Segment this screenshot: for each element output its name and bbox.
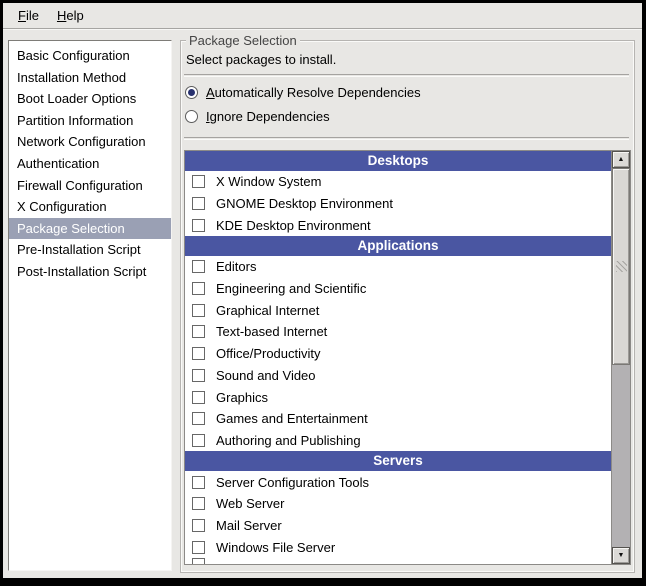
package-label: KDE Desktop Environment (216, 218, 371, 233)
sidebar-item-pre-installation-script[interactable]: Pre-Installation Script (9, 239, 171, 261)
menubar: File Help (3, 3, 642, 29)
package-row[interactable]: GNOME Desktop Environment (185, 193, 611, 215)
checkbox-icon[interactable] (192, 541, 205, 554)
package-rows: Desktops X Window System GNOME Desktop E… (185, 151, 611, 564)
package-label: X Window System (216, 174, 321, 189)
package-row-partial[interactable] (185, 558, 611, 564)
checkbox-icon[interactable] (192, 260, 205, 273)
scrollbar-grip-icon (616, 261, 627, 272)
package-label: Authoring and Publishing (216, 433, 361, 448)
package-row[interactable]: Windows File Server (185, 536, 611, 558)
sidebar-item-post-installation-script[interactable]: Post-Installation Script (9, 261, 171, 283)
sidebar-item-authentication[interactable]: Authentication (9, 153, 171, 175)
scroll-down-button[interactable]: ▼ (612, 547, 630, 564)
sidebar-item-partition-information[interactable]: Partition Information (9, 110, 171, 132)
checkbox-icon[interactable] (192, 434, 205, 447)
package-label: Web Server (216, 496, 284, 511)
package-label: Sound and Video (216, 368, 316, 383)
package-row[interactable]: Editors (185, 256, 611, 278)
package-row[interactable]: Games and Entertainment (185, 408, 611, 430)
checkbox-icon[interactable] (192, 347, 205, 360)
separator (184, 137, 629, 139)
package-label: Office/Productivity (216, 346, 321, 361)
section-header-desktops: Desktops (185, 151, 611, 171)
checkbox-icon[interactable] (192, 197, 205, 210)
menu-help[interactable]: Help (48, 5, 93, 27)
checkbox-icon[interactable] (192, 369, 205, 382)
package-row[interactable]: Engineering and Scientific (185, 278, 611, 300)
checkbox-icon[interactable] (192, 282, 205, 295)
kickstart-configurator-window: File Help Basic Configuration Installati… (0, 0, 646, 586)
sidebar-item-firewall-configuration[interactable]: Firewall Configuration (9, 175, 171, 197)
section-list: Basic Configuration Installation Method … (8, 40, 172, 571)
package-label: Mail Server (216, 518, 282, 533)
checkbox-icon[interactable] (192, 304, 205, 317)
radio-dot (188, 89, 195, 96)
package-label: Graphical Internet (216, 303, 319, 318)
radio-ignore-dependencies[interactable]: Ignore Dependencies (185, 108, 330, 124)
package-row[interactable]: Graphical Internet (185, 299, 611, 321)
radio-label: Automatically Resolve Dependencies (206, 85, 421, 100)
checkbox-icon[interactable] (192, 497, 205, 510)
sidebar-item-network-configuration[interactable]: Network Configuration (9, 131, 171, 153)
radio-auto-resolve-dependencies[interactable]: Automatically Resolve Dependencies (185, 84, 421, 100)
package-selection-frame: Package Selection Select packages to ins… (180, 40, 635, 573)
package-label: Text-based Internet (216, 324, 327, 339)
checkbox-icon[interactable] (192, 412, 205, 425)
frame-legend: Package Selection (186, 33, 300, 48)
checkbox-icon[interactable] (192, 558, 205, 564)
package-label: Server Configuration Tools (216, 475, 369, 490)
section-header-servers: Servers (185, 451, 611, 471)
package-label: GNOME Desktop Environment (216, 196, 393, 211)
package-label: Editors (216, 259, 256, 274)
radio-button-icon[interactable] (185, 86, 198, 99)
package-label: Engineering and Scientific (216, 281, 366, 296)
scroll-up-button[interactable]: ▲ (612, 151, 630, 168)
package-row[interactable]: KDE Desktop Environment (185, 214, 611, 236)
package-label: Games and Entertainment (216, 411, 368, 426)
instruction-text: Select packages to install. (186, 52, 336, 67)
checkbox-icon[interactable] (192, 476, 205, 489)
package-label: Windows File Server (216, 540, 335, 555)
checkbox-icon[interactable] (192, 391, 205, 404)
package-label: Graphics (216, 390, 268, 405)
sidebar-item-basic-configuration[interactable]: Basic Configuration (9, 45, 171, 67)
package-row[interactable]: Text-based Internet (185, 321, 611, 343)
separator (184, 74, 629, 76)
sidebar-item-installation-method[interactable]: Installation Method (9, 67, 171, 89)
package-row[interactable]: Server Configuration Tools (185, 471, 611, 493)
sidebar-item-x-configuration[interactable]: X Configuration (9, 196, 171, 218)
menu-file[interactable]: File (9, 5, 48, 27)
package-row[interactable]: Authoring and Publishing (185, 430, 611, 452)
checkbox-icon[interactable] (192, 519, 205, 532)
checkbox-icon[interactable] (192, 219, 205, 232)
package-row[interactable]: Office/Productivity (185, 343, 611, 365)
sidebar-item-package-selection[interactable]: Package Selection (9, 218, 171, 240)
package-category-list: Desktops X Window System GNOME Desktop E… (184, 150, 631, 565)
package-row[interactable]: X Window System (185, 171, 611, 193)
section-header-applications: Applications (185, 236, 611, 256)
sidebar-item-boot-loader-options[interactable]: Boot Loader Options (9, 88, 171, 110)
package-row[interactable]: Web Server (185, 493, 611, 515)
radio-button-icon[interactable] (185, 110, 198, 123)
package-row[interactable]: Graphics (185, 386, 611, 408)
checkbox-icon[interactable] (192, 175, 205, 188)
scrollbar-thumb[interactable] (612, 168, 630, 365)
vertical-scrollbar[interactable]: ▲ ▼ (611, 151, 630, 564)
package-row[interactable]: Sound and Video (185, 365, 611, 387)
checkbox-icon[interactable] (192, 325, 205, 338)
package-row[interactable]: Mail Server (185, 515, 611, 537)
radio-label: Ignore Dependencies (206, 109, 330, 124)
